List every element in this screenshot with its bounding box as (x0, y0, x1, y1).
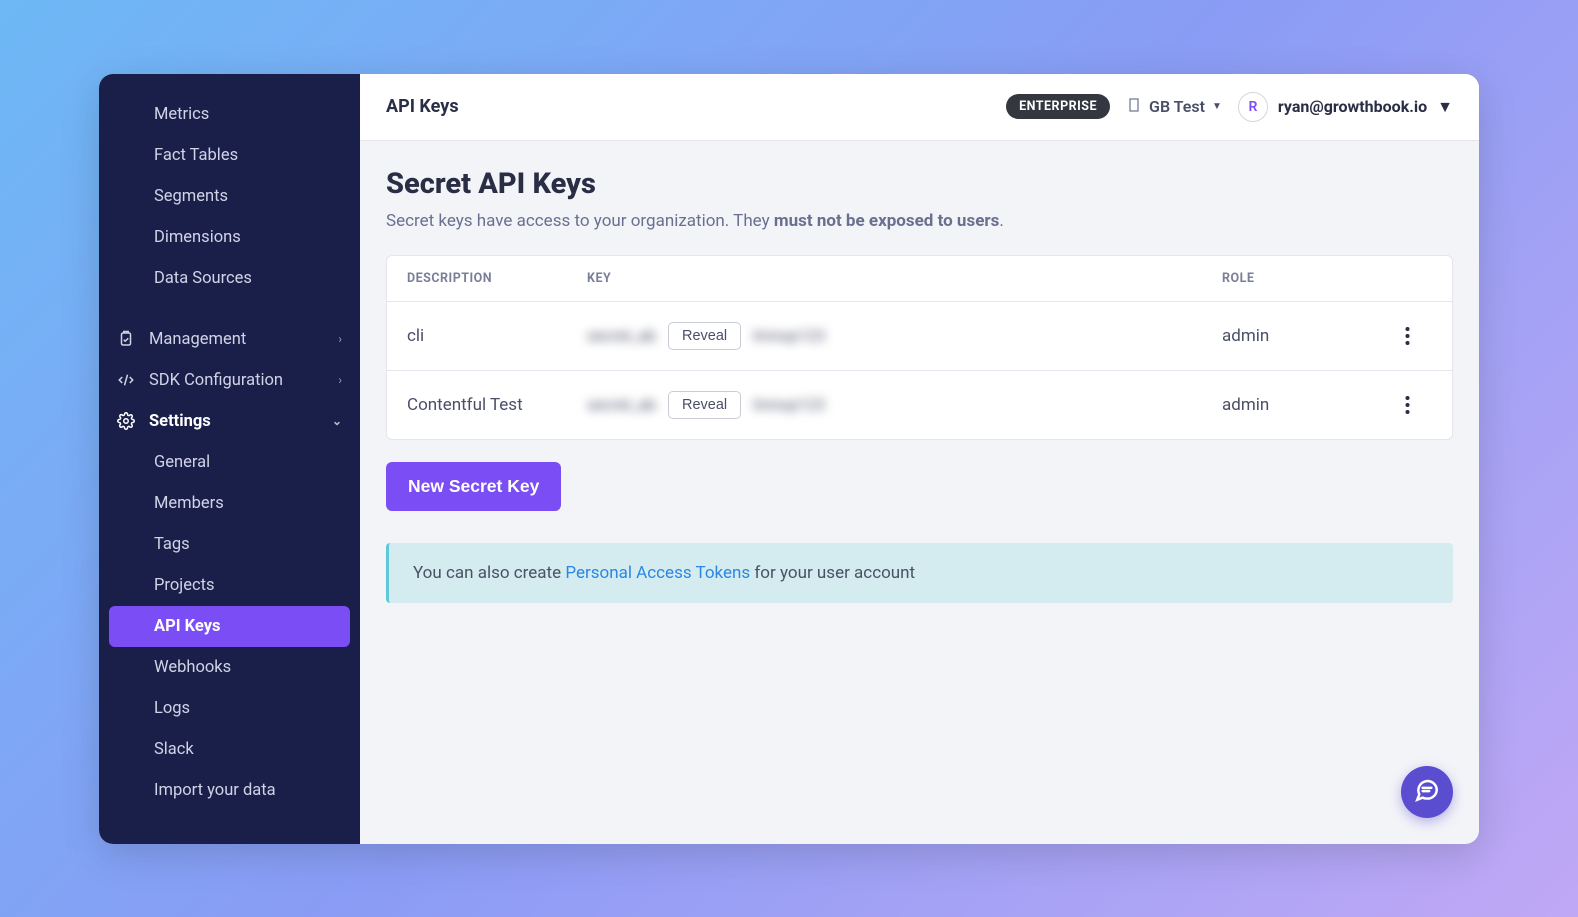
table-header: DESCRIPTION KEY ROLE (387, 256, 1452, 301)
chat-button[interactable] (1401, 766, 1453, 818)
blurred-key: lmnop123 (753, 395, 825, 414)
sidebar: Metrics Fact Tables Segments Dimensions … (99, 74, 360, 844)
gear-icon (117, 412, 135, 430)
sidebar-item-label: Members (154, 494, 224, 513)
info-text: You can also create (413, 563, 565, 583)
col-actions (1382, 271, 1432, 286)
key-cell: secret_ab Reveal lmnop123 (587, 322, 1222, 350)
org-switcher[interactable]: GB Test ▼ (1126, 97, 1222, 117)
sidebar-item-label: Logs (154, 699, 190, 718)
blurred-key: secret_ab (587, 326, 656, 345)
section-label: Management (149, 330, 246, 349)
info-box: You can also create Personal Access Toke… (386, 543, 1453, 603)
caret-down-icon: ▼ (1212, 101, 1222, 112)
chevron-right-icon: › (338, 373, 342, 387)
info-text: for your user account (750, 563, 915, 583)
content-heading: Secret API Keys (386, 167, 1453, 201)
col-key: KEY (587, 271, 1222, 286)
sidebar-item-members[interactable]: Members (99, 483, 360, 524)
sidebar-item-metrics[interactable]: Metrics (99, 94, 360, 135)
sidebar-item-label: Projects (154, 576, 215, 595)
sidebar-item-api-keys[interactable]: API Keys (109, 606, 350, 647)
sidebar-section-settings[interactable]: Settings ⌄ (99, 401, 360, 442)
sidebar-item-label: Slack (154, 740, 194, 759)
sidebar-item-slack[interactable]: Slack (99, 729, 360, 770)
row-description: cli (407, 326, 587, 346)
table-row: cli secret_ab Reveal lmnop123 admin (387, 301, 1452, 370)
table-row: Contentful Test secret_ab Reveal lmnop12… (387, 370, 1452, 439)
subtitle-text: . (999, 211, 1003, 231)
chevron-right-icon: › (338, 332, 342, 346)
sidebar-item-import[interactable]: Import your data (99, 770, 360, 811)
subtitle-text: Secret keys have access to your organiza… (386, 211, 774, 231)
avatar: R (1238, 92, 1268, 122)
chevron-down-icon: ⌄ (332, 414, 342, 428)
reveal-button[interactable]: Reveal (668, 322, 741, 350)
sidebar-item-data-sources[interactable]: Data Sources (99, 258, 360, 299)
caret-down-icon: ▼ (1437, 97, 1453, 117)
sidebar-item-label: General (154, 453, 210, 472)
app-window: Metrics Fact Tables Segments Dimensions … (99, 74, 1479, 844)
code-icon (117, 371, 135, 389)
sidebar-item-logs[interactable]: Logs (99, 688, 360, 729)
row-more-button[interactable] (1382, 395, 1432, 415)
new-secret-key-button[interactable]: New Secret Key (386, 462, 561, 511)
sidebar-item-label: Metrics (154, 105, 209, 124)
user-menu[interactable]: R ryan@growthbook.io ▼ (1238, 92, 1453, 122)
plan-badge: ENTERPRISE (1006, 94, 1110, 119)
user-email: ryan@growthbook.io (1278, 97, 1427, 116)
sidebar-item-fact-tables[interactable]: Fact Tables (99, 135, 360, 176)
sidebar-item-segments[interactable]: Segments (99, 176, 360, 217)
content-subtitle: Secret keys have access to your organiza… (386, 211, 1453, 231)
col-role: ROLE (1222, 271, 1382, 286)
sidebar-item-label: Fact Tables (154, 146, 238, 165)
row-role: admin (1222, 395, 1382, 415)
sidebar-section-management[interactable]: Management › (99, 319, 360, 360)
sidebar-item-label: API Keys (154, 617, 221, 636)
row-more-button[interactable] (1382, 326, 1432, 346)
personal-access-tokens-link[interactable]: Personal Access Tokens (565, 563, 750, 583)
sidebar-section-sdk[interactable]: SDK Configuration › (99, 360, 360, 401)
row-role: admin (1222, 326, 1382, 346)
org-name: GB Test (1149, 97, 1205, 116)
sidebar-item-projects[interactable]: Projects (99, 565, 360, 606)
sidebar-item-label: Dimensions (154, 228, 241, 247)
sidebar-item-general[interactable]: General (99, 442, 360, 483)
main-area: API Keys ENTERPRISE GB Test ▼ R ryan@gro… (360, 74, 1479, 844)
building-icon (1126, 97, 1142, 117)
sidebar-item-tags[interactable]: Tags (99, 524, 360, 565)
reveal-button[interactable]: Reveal (668, 391, 741, 419)
section-label: SDK Configuration (149, 371, 283, 390)
topbar: API Keys ENTERPRISE GB Test ▼ R ryan@gro… (360, 74, 1479, 141)
sidebar-item-label: Webhooks (154, 658, 231, 677)
sidebar-item-dimensions[interactable]: Dimensions (99, 217, 360, 258)
subtitle-emphasis: must not be exposed to users (774, 211, 999, 231)
spacer (99, 299, 360, 319)
sidebar-item-label: Tags (154, 535, 190, 554)
col-description: DESCRIPTION (407, 271, 587, 286)
content: Secret API Keys Secret keys have access … (360, 141, 1479, 844)
row-description: Contentful Test (407, 395, 587, 415)
blurred-key: secret_ab (587, 395, 656, 414)
page-title: API Keys (386, 96, 459, 117)
key-cell: secret_ab Reveal lmnop123 (587, 391, 1222, 419)
blurred-key: lmnop123 (753, 326, 825, 345)
sidebar-item-label: Data Sources (154, 269, 252, 288)
api-keys-table: DESCRIPTION KEY ROLE cli secret_ab Revea… (386, 255, 1453, 440)
sidebar-item-webhooks[interactable]: Webhooks (99, 647, 360, 688)
sidebar-item-label: Import your data (154, 781, 276, 800)
sidebar-item-label: Segments (154, 187, 228, 206)
section-label: Settings (149, 412, 211, 431)
clipboard-icon (117, 330, 135, 348)
chat-icon (1414, 777, 1440, 807)
